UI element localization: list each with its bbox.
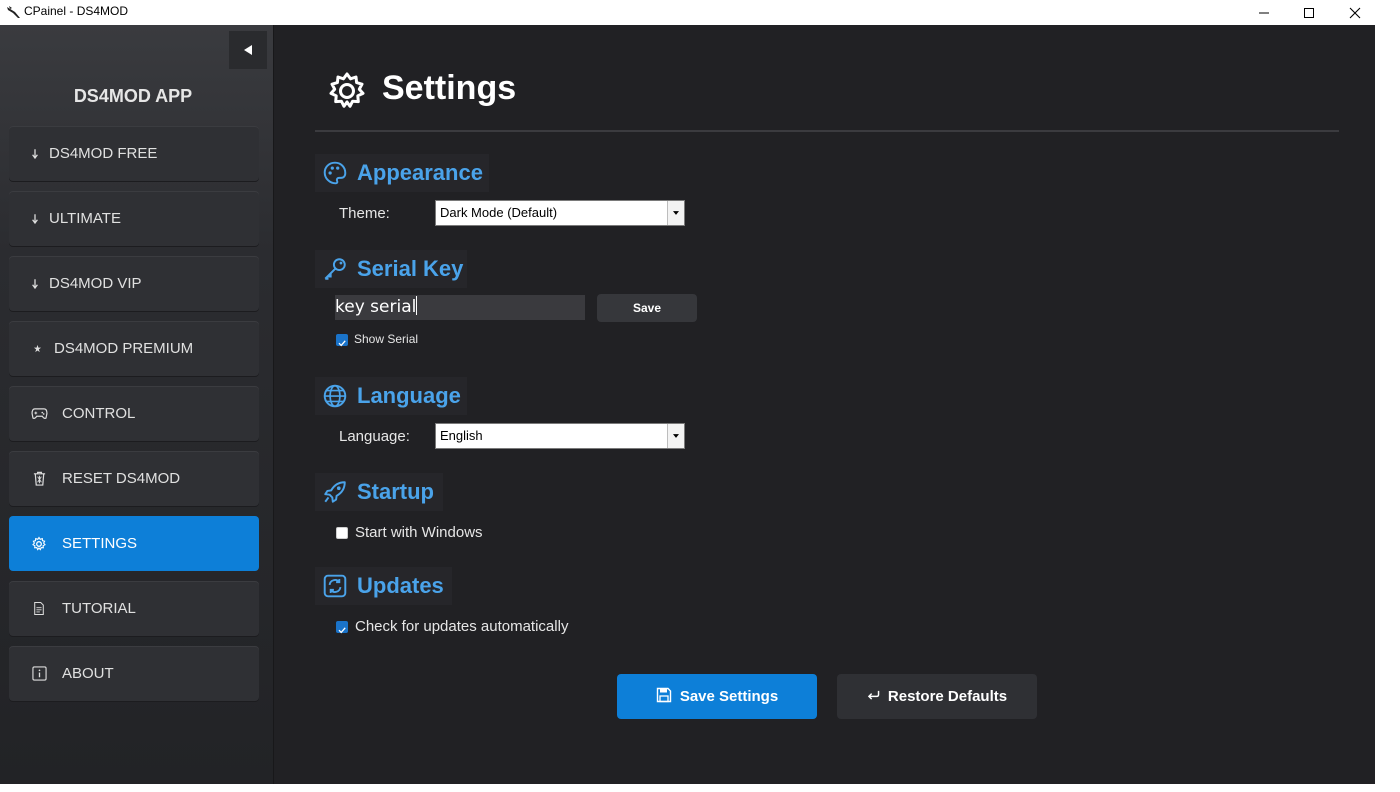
sidebar-item-settings[interactable]: SETTINGS (9, 516, 259, 571)
sidebar-item-tutorial[interactable]: TUTORIAL (9, 581, 259, 636)
save-settings-label: Save Settings (679, 688, 779, 705)
sidebar-item-label: DS4MOD FREE (49, 145, 158, 162)
serial-key-input[interactable]: key serial (335, 295, 585, 320)
download-arrow-icon (26, 210, 44, 228)
sidebar-item-about[interactable]: ABOUT (9, 646, 259, 701)
sidebar-item-ds4mod-free[interactable]: DS4MOD FREE (9, 126, 259, 181)
window-bottom-edge (0, 784, 1400, 792)
floppy-disk-icon (656, 687, 672, 707)
trash-icon (30, 470, 48, 488)
key-icon (321, 255, 349, 283)
sidebar-item-ds4mod-premium[interactable]: DS4MOD PREMIUM (9, 321, 259, 376)
sidebar-item-label: ABOUT (62, 665, 114, 682)
start-with-windows-label: Start with Windows (355, 524, 483, 541)
save-serial-button[interactable]: Save (597, 294, 697, 322)
sidebar: DS4MOD APP DS4MOD FREE ULTIMATE DS4MOD V… (0, 25, 273, 784)
minimize-icon (1259, 12, 1269, 13)
sidebar-item-control[interactable]: CONTROL (9, 386, 259, 441)
restore-defaults-button[interactable]: Restore Defaults (837, 674, 1037, 719)
maximize-button[interactable] (1286, 0, 1332, 25)
theme-label: Theme: (339, 205, 390, 222)
language-label: Language: (339, 428, 410, 445)
checkmark-icon (338, 340, 346, 347)
save-settings-button[interactable]: Save Settings (617, 674, 817, 719)
sidebar-item-label: DS4MOD VIP (49, 275, 142, 292)
sidebar-item-label: RESET DS4MOD (62, 470, 181, 487)
gear-icon (30, 535, 48, 553)
text-caret (416, 296, 418, 315)
section-updates-header: Updates (315, 567, 452, 605)
app-logo-icon (6, 4, 22, 20)
section-startup-header: Startup (315, 473, 443, 511)
restore-defaults-label: Restore Defaults (887, 688, 1008, 705)
section-appearance-title: Appearance (357, 160, 483, 185)
globe-icon (321, 382, 349, 410)
window-right-edge (1375, 25, 1400, 784)
section-updates-title: Updates (357, 573, 444, 598)
auto-update-label: Check for updates automatically (355, 618, 569, 635)
section-language-header: Language (315, 377, 467, 415)
show-serial-label: Show Serial (354, 332, 419, 346)
show-serial-checkbox[interactable] (336, 334, 348, 347)
window-title: CPainel - DS4MOD (24, 4, 129, 18)
title-divider (315, 130, 1339, 132)
minimize-button[interactable] (1241, 0, 1287, 25)
settings-panel: Settings Appearance Theme: Dark Mode (De… (273, 25, 1375, 784)
section-appearance-header: Appearance (315, 154, 489, 192)
auto-update-checkbox[interactable] (336, 621, 348, 634)
triangle-left-icon (244, 45, 252, 55)
section-serial-key-header: Serial Key (315, 250, 467, 288)
close-button[interactable] (1332, 0, 1378, 25)
star-icon (28, 340, 46, 358)
sidebar-collapse-button[interactable] (229, 31, 267, 69)
checkmark-icon (338, 627, 346, 634)
close-icon (1349, 7, 1361, 18)
sidebar-item-reset-ds4mod[interactable]: RESET DS4MOD (9, 451, 259, 506)
info-icon (30, 665, 48, 683)
page-title: Settings (382, 69, 517, 107)
maximize-icon (1304, 7, 1314, 18)
serial-key-input-value: key serial (335, 297, 417, 317)
sidebar-item-label: SETTINGS (62, 535, 138, 552)
theme-select[interactable]: Dark Mode (Default) (435, 200, 685, 226)
gamepad-icon (30, 405, 48, 423)
rocket-icon (321, 478, 349, 506)
sidebar-item-label: ULTIMATE (49, 210, 121, 227)
theme-select-value: Dark Mode (Default) (440, 205, 558, 220)
sidebar-item-label: DS4MOD PREMIUM (54, 340, 194, 357)
sidebar-item-ultimate[interactable]: ULTIMATE (9, 191, 259, 246)
sidebar-item-label: TUTORIAL (62, 600, 136, 617)
document-icon (30, 600, 48, 618)
palette-icon (321, 159, 349, 187)
section-serial-key-title: Serial Key (357, 256, 464, 281)
refresh-icon (321, 572, 349, 600)
sidebar-item-ds4mod-vip[interactable]: DS4MOD VIP (9, 256, 259, 311)
section-language-title: Language (357, 383, 461, 408)
chevron-down-icon (667, 201, 684, 225)
section-startup-title: Startup (357, 479, 434, 504)
language-select[interactable]: English (435, 423, 685, 449)
sidebar-app-title: DS4MOD APP (73, 86, 193, 106)
language-select-value: English (440, 428, 483, 443)
gear-icon (327, 71, 367, 111)
chevron-down-icon (667, 424, 684, 448)
window-titlebar: CPainel - DS4MOD (0, 0, 1400, 25)
start-with-windows-checkbox[interactable] (336, 527, 348, 539)
download-arrow-icon (26, 145, 44, 163)
download-arrow-icon (26, 275, 44, 293)
undo-arrow-icon (867, 688, 880, 705)
sidebar-item-label: CONTROL (62, 405, 136, 422)
